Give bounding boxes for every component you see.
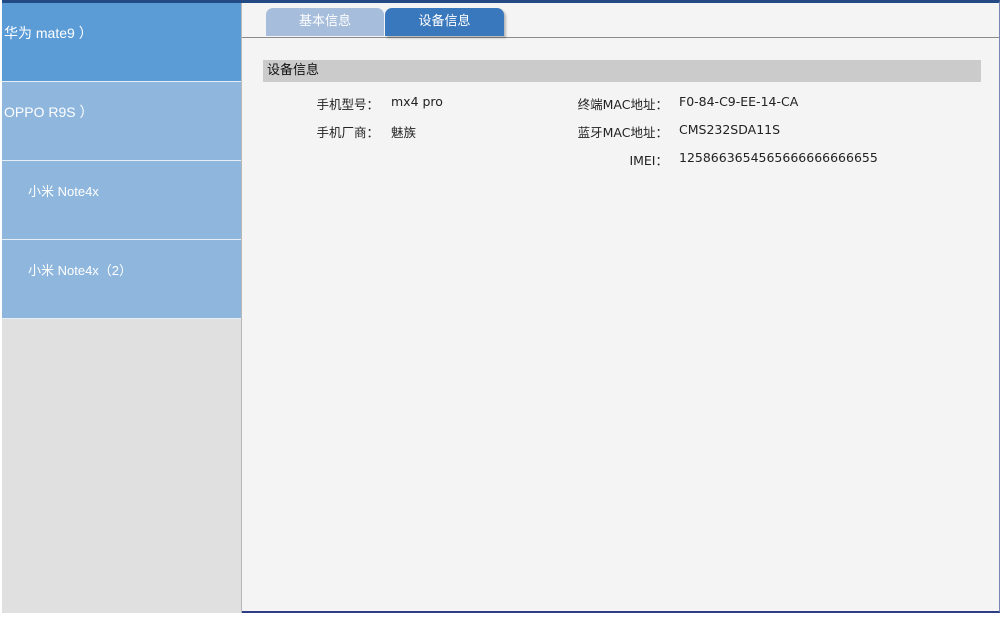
imei-value: 1258663654565666666666655 xyxy=(679,150,878,165)
sidebar-item-label: OPPO R9S ） xyxy=(4,104,94,120)
tab-device-info[interactable]: 设备信息 xyxy=(385,8,504,36)
manufacturer-label: 手机厂商： xyxy=(316,125,379,140)
sidebar-item-xiaomi-note4x-2[interactable]: 小米 Note4x（2） xyxy=(2,240,241,319)
bluetooth-mac-value: CMS232SDA11S xyxy=(679,122,781,137)
model-label: 手机型号： xyxy=(316,97,379,112)
sidebar-item-xiaomi-note4x[interactable]: 小米 Note4x xyxy=(2,161,241,240)
bluetooth-mac-label: 蓝牙MAC地址： xyxy=(577,125,668,140)
imei-label: IMEI： xyxy=(629,153,668,168)
sidebar-item-label: 小米 Note4x（2） xyxy=(28,263,133,278)
terminal-mac-value: F0-84-C9-EE-14-CA xyxy=(679,94,799,109)
sidebar-item-huawei-mate9[interactable]: 华为 mate9 ） xyxy=(2,3,241,82)
sidebar-item-oppo-r9s[interactable]: OPPO R9S ） xyxy=(2,82,241,161)
sidebar-item-label: 华为 mate9 ） xyxy=(4,25,93,41)
section-title: 设备信息 xyxy=(263,60,981,82)
tab-bar: 基本信息 设备信息 xyxy=(242,3,999,38)
sidebar-item-label: 小米 Note4x xyxy=(28,184,99,199)
main-panel: 基本信息 设备信息 设备信息 手机型号： mx4 pro 终端MAC地址： F0… xyxy=(242,3,999,611)
device-sidebar: 华为 mate9 ） OPPO R9S ） 小米 Note4x 小米 Note4… xyxy=(2,3,242,613)
terminal-mac-label: 终端MAC地址： xyxy=(577,97,668,112)
model-value: mx4 pro xyxy=(391,94,443,109)
tab-basic-info[interactable]: 基本信息 xyxy=(266,8,384,36)
manufacturer-value: 魅族 xyxy=(391,125,417,140)
